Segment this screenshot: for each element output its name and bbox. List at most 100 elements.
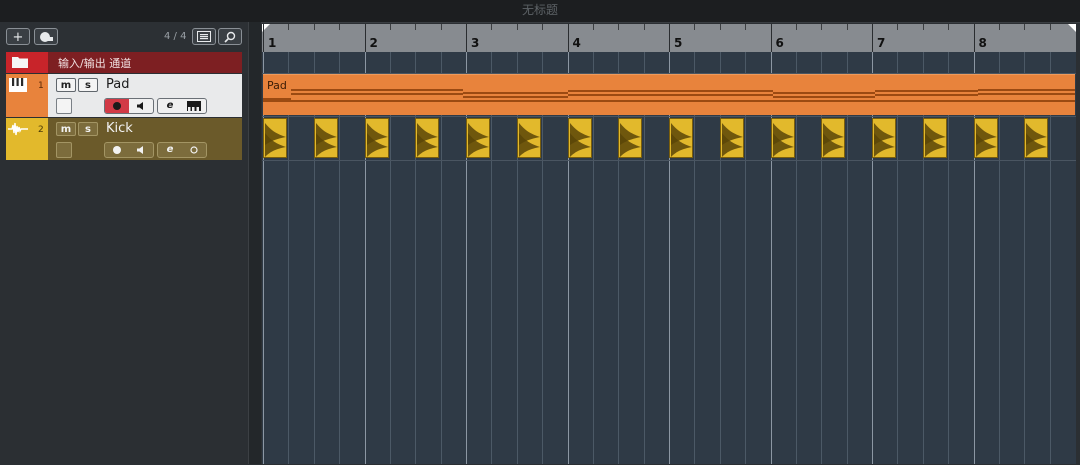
pad-note-line [568, 90, 670, 92]
title-bar: 无标题 [0, 0, 1080, 22]
kick-event[interactable] [567, 118, 592, 158]
kick-waveform-icon [265, 123, 286, 157]
right-locator-icon [1068, 24, 1076, 32]
kick-waveform-icon [721, 123, 743, 157]
kick-event[interactable] [263, 118, 287, 158]
ruler-bar-line [973, 24, 975, 52]
speaker-icon [137, 102, 143, 110]
pad-note-line [875, 94, 978, 96]
pad-track-checkbox[interactable] [56, 98, 72, 114]
folder-add-icon [40, 32, 53, 42]
kick-waveform-icon [417, 123, 439, 157]
kick-event[interactable] [770, 118, 795, 158]
kick-mute-button[interactable]: m [56, 122, 76, 136]
ruler-beat-tick [592, 24, 594, 30]
kick-waveform-icon [772, 123, 794, 157]
kick-monitor-button[interactable] [129, 143, 153, 160]
ruler-bar-line [263, 24, 264, 52]
list-icon [197, 31, 211, 42]
record-icon [113, 146, 121, 154]
kick-event[interactable] [1024, 118, 1049, 158]
pad-note-line [773, 92, 875, 94]
ruler-beat-tick [998, 24, 1000, 30]
kick-event[interactable] [313, 118, 338, 158]
kick-extra-button[interactable] [182, 143, 206, 160]
waveform-icon [8, 122, 28, 136]
track-folder[interactable]: 输入/输出 通道 [6, 52, 248, 73]
ruler-beat-tick [795, 24, 797, 30]
folder-color-strip [6, 52, 48, 73]
pad-monitor-button[interactable] [129, 99, 153, 116]
ruler-beat-tick [440, 24, 442, 30]
ruler-bar-line [364, 24, 366, 52]
kick-event[interactable] [821, 118, 846, 158]
pad-color-strip: 1 [6, 74, 48, 117]
add-track-button[interactable]: + [6, 28, 30, 45]
track-counter: 4 / 4 [164, 31, 187, 42]
kick-color-strip: 2 [6, 118, 48, 160]
kick-track-name[interactable]: Kick [106, 121, 133, 136]
pad-edit-button[interactable]: e [158, 99, 182, 113]
ruler-beat-tick [1024, 24, 1026, 30]
track-list-toolbar: + 4 / 4 [0, 22, 248, 50]
kick-record-monitor-group [104, 142, 154, 158]
kick-event[interactable] [872, 118, 896, 158]
ruler-beat-tick [694, 24, 696, 30]
ruler-bar-label: 4 [572, 36, 581, 50]
kick-event[interactable] [516, 118, 541, 158]
timeline-ruler[interactable]: 1 2 3 4 5 6 7 8 [262, 24, 1076, 52]
kick-event[interactable] [415, 118, 440, 158]
ruler-beat-tick [1049, 24, 1051, 30]
pad-edit-group: e [157, 98, 207, 114]
circle-icon [190, 146, 198, 154]
ruler-beat-tick [491, 24, 493, 30]
kick-event[interactable] [669, 118, 693, 158]
kick-track-checkbox[interactable] [56, 142, 72, 158]
pad-record-button[interactable] [105, 99, 129, 113]
kick-event[interactable] [922, 118, 947, 158]
track-pad[interactable]: 1 m s Pad e [6, 74, 248, 117]
kick-waveform-icon [671, 123, 692, 157]
piano-keys-icon [187, 101, 201, 111]
arrange-area[interactable]: Pad [262, 52, 1076, 464]
pad-note-line [875, 90, 978, 92]
track-list-button[interactable] [192, 28, 216, 45]
pad-track-name[interactable]: Pad [106, 77, 129, 92]
track-kick[interactable]: 2 m s Kick e [6, 118, 248, 160]
pad-instrument-button[interactable] [182, 99, 206, 116]
kick-event[interactable] [364, 118, 389, 158]
splitter[interactable] [248, 22, 261, 464]
pad-solo-button[interactable]: s [78, 78, 98, 92]
kick-edit-button[interactable]: e [158, 143, 182, 157]
pad-event-label: Pad [267, 79, 287, 92]
kick-event[interactable] [466, 118, 490, 158]
kick-waveform-icon [823, 123, 845, 157]
pad-mute-button[interactable]: m [56, 78, 76, 92]
ruler-beat-tick [846, 24, 848, 30]
track-list: 输入/输出 通道 1 m s Pad e 2 m s Kick e [6, 52, 248, 160]
kick-waveform-icon [518, 123, 540, 157]
pad-note-line [463, 92, 568, 94]
search-button[interactable] [218, 28, 242, 45]
kick-solo-button[interactable]: s [78, 122, 98, 136]
keyboard-icon [9, 78, 27, 92]
folder-add-button[interactable] [34, 28, 58, 45]
pad-note-line [670, 94, 773, 96]
ruler-bar-label: 1 [268, 36, 277, 50]
kick-event[interactable] [618, 118, 643, 158]
kick-waveform-icon [569, 123, 591, 157]
kick-event[interactable] [719, 118, 744, 158]
kick-record-button[interactable] [105, 143, 129, 160]
kick-waveform-icon [874, 123, 895, 157]
kick-event[interactable] [973, 118, 998, 158]
ruler-bar-label: 3 [471, 36, 480, 50]
ruler-beat-tick [745, 24, 747, 30]
ruler-beat-tick [897, 24, 899, 30]
pad-event[interactable]: Pad [263, 74, 1075, 115]
pad-note-line [773, 96, 875, 98]
pad-note-line [978, 89, 1075, 91]
kick-waveform-icon [620, 123, 642, 157]
kick-waveform-icon [975, 123, 997, 157]
folder-icon [12, 57, 28, 68]
lane-separator [262, 160, 1076, 161]
